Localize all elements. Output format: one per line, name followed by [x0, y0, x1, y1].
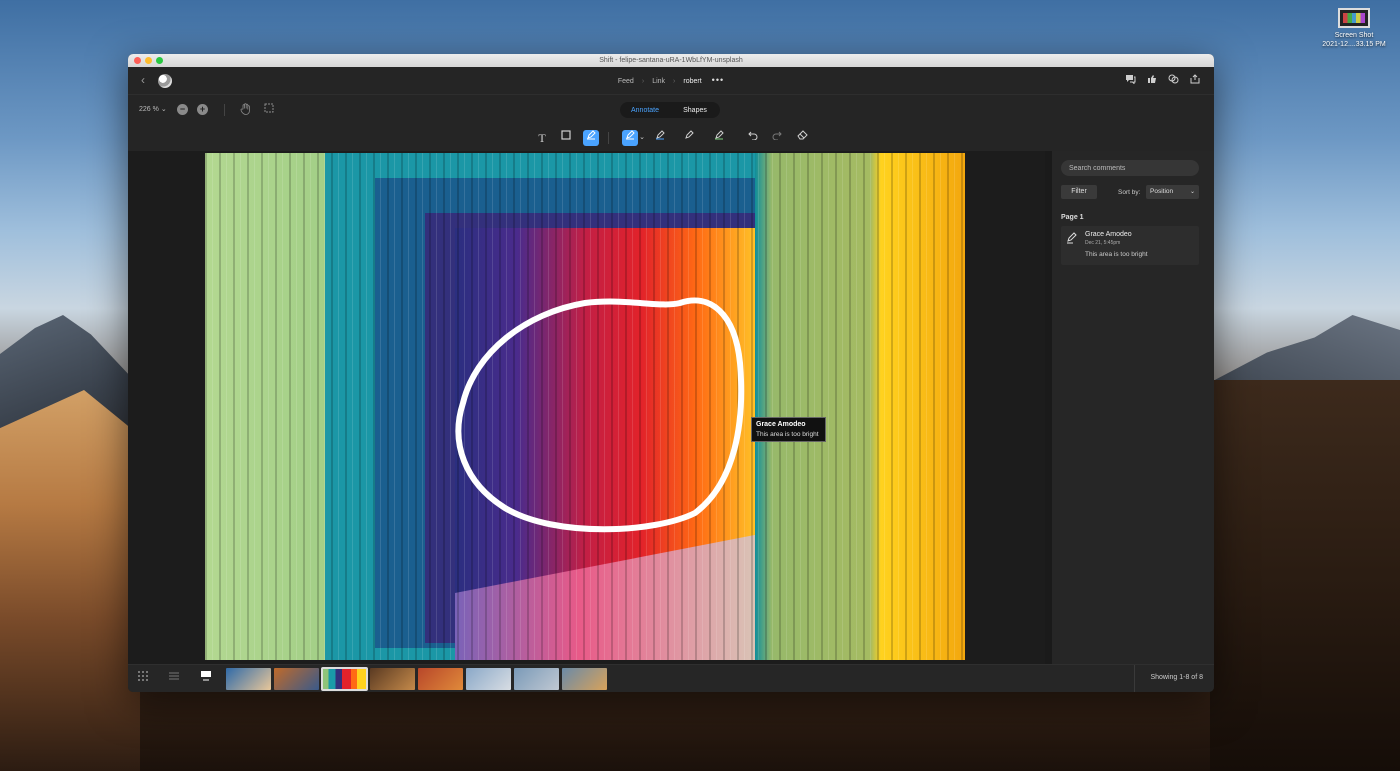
view-toolbar: 226 % ⌄ − + Annotate Shapes: [128, 95, 1214, 125]
sort-select[interactable]: Position ⌄: [1146, 185, 1199, 199]
breadcrumb: Feed › Link › robert •••: [128, 67, 1214, 95]
breadcrumb-separator-icon: ›: [641, 78, 645, 85]
breadcrumb-item-robert[interactable]: robert: [683, 78, 701, 85]
breadcrumb-separator-icon: ›: [673, 78, 676, 85]
tab-shapes[interactable]: Shapes: [670, 107, 720, 114]
toolbar-divider: [608, 132, 609, 144]
undo-icon[interactable]: [745, 130, 761, 146]
desktop-file-label: Screen Shot 2021-12....33.15 PM: [1322, 32, 1386, 48]
comments-panel: Filter Sort by: Position ⌄ Page 1 Grace …: [1052, 151, 1214, 664]
redo-icon[interactable]: [769, 130, 785, 146]
thumbnail-6[interactable]: [466, 668, 511, 690]
app-window: Shift - felipe-santana-uRA-1WbLfYM-unspl…: [128, 54, 1214, 692]
thumbnail-7[interactable]: [514, 668, 559, 690]
zoom-out-button[interactable]: −: [177, 104, 188, 115]
annotation-toolbar: T ⌄: [128, 125, 1214, 151]
pen-medium-icon[interactable]: [681, 130, 697, 146]
annotation-tooltip: Grace Amodeo This area is too bright: [751, 417, 826, 442]
sort-by-label: Sort by:: [1118, 189, 1141, 196]
minimize-window-button[interactable]: [145, 57, 152, 64]
search-comments-input[interactable]: [1061, 160, 1199, 176]
top-right-actions: [1125, 74, 1200, 87]
thumbnail-2[interactable]: [274, 668, 319, 690]
thumbnail-4[interactable]: [370, 668, 415, 690]
desktop-dune-left: [0, 390, 140, 771]
comment-date: Dec 21, 5:45pm: [1085, 240, 1121, 246]
highlighter-icon[interactable]: [711, 130, 727, 146]
close-window-button[interactable]: [134, 57, 141, 64]
pen-thin-icon[interactable]: [652, 130, 668, 146]
list-view-icon[interactable]: [167, 671, 181, 685]
chevron-down-icon[interactable]: ⌄: [634, 130, 650, 146]
thumbnail-8[interactable]: [562, 668, 607, 690]
compare-icon[interactable]: [1168, 74, 1179, 87]
tooltip-author: Grace Amodeo: [756, 421, 806, 428]
text-tool-icon[interactable]: T: [534, 130, 550, 146]
rainbow-tunnel-photo[interactable]: [205, 153, 965, 660]
share-icon[interactable]: [1190, 74, 1200, 87]
zoom-value: 226 %: [139, 106, 159, 113]
comment-text: This area is too bright: [1085, 251, 1148, 258]
draw-tool-icon[interactable]: [583, 130, 599, 146]
thumbs-up-icon[interactable]: [1147, 74, 1157, 87]
title-bar: Shift - felipe-santana-uRA-1WbLfYM-unspl…: [128, 54, 1214, 67]
rectangle-tool-icon[interactable]: [558, 130, 574, 146]
filter-button[interactable]: Filter: [1061, 185, 1097, 199]
mode-toggle: Annotate Shapes: [620, 102, 720, 118]
breadcrumb-item-feed[interactable]: Feed: [618, 78, 634, 85]
sort-value: Position: [1150, 188, 1174, 195]
thumbnail-1[interactable]: [226, 668, 271, 690]
more-options-icon[interactable]: •••: [712, 75, 724, 85]
tooltip-text: This area is too bright: [756, 431, 819, 438]
zoom-window-button[interactable]: [156, 57, 163, 64]
select-area-icon[interactable]: [264, 103, 274, 116]
window-title: Shift - felipe-santana-uRA-1WbLfYM-unspl…: [599, 57, 743, 64]
comment-card[interactable]: Grace Amodeo Dec 21, 5:45pm This area is…: [1061, 226, 1199, 265]
zoom-in-button[interactable]: +: [197, 104, 208, 115]
thumbnail-strip: [226, 667, 607, 691]
zoom-dropdown[interactable]: 226 % ⌄: [139, 105, 167, 113]
filmstrip-view-icon[interactable]: [199, 671, 213, 685]
thumbnail-3[interactable]: [321, 667, 368, 691]
eraser-icon[interactable]: [794, 130, 810, 146]
image-canvas[interactable]: Grace Amodeo This area is too bright: [128, 151, 1045, 664]
pen-annotation-icon: [1066, 232, 1078, 247]
filmstrip-bar: Showing 1-8 of 8: [128, 664, 1214, 692]
main-area: Grace Amodeo This area is too bright Fil…: [128, 151, 1214, 664]
page-header: Page 1: [1061, 214, 1084, 221]
chevron-down-icon: ⌄: [160, 106, 167, 113]
comments-icon[interactable]: [1125, 74, 1136, 87]
desktop-file-icon[interactable]: Screen Shot 2021-12....33.15 PM: [1322, 8, 1386, 49]
showing-count: Showing 1-8 of 8: [1150, 674, 1203, 681]
bottom-divider: [1134, 665, 1135, 692]
comment-author: Grace Amodeo: [1085, 231, 1132, 238]
screenshot-thumb-icon: [1338, 8, 1370, 28]
tab-annotate[interactable]: Annotate: [620, 107, 670, 114]
top-nav-bar: ‹ Feed › Link › robert •••: [128, 67, 1214, 95]
breadcrumb-item-link[interactable]: Link: [652, 78, 665, 85]
window-controls: [134, 57, 163, 64]
thumbnail-5[interactable]: [418, 668, 463, 690]
toolbar-divider: [224, 104, 225, 116]
chevron-down-icon: ⌄: [1189, 189, 1195, 195]
grid-view-icon[interactable]: [136, 671, 150, 685]
hand-pan-icon[interactable]: [240, 103, 251, 118]
desktop-dune-right: [1210, 380, 1400, 771]
